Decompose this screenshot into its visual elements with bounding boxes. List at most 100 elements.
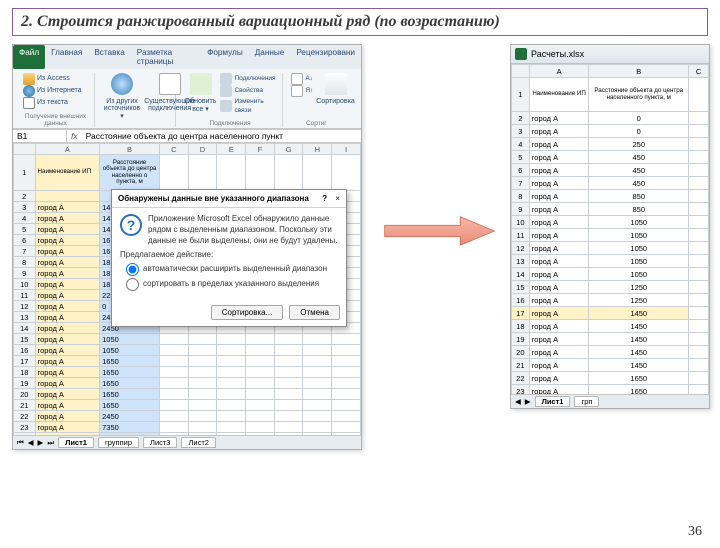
colhdr-c[interactable]: C bbox=[159, 144, 188, 155]
rowhdr[interactable]: 14 bbox=[14, 323, 36, 334]
r-cell-b[interactable]: 0 bbox=[589, 112, 689, 125]
r-cell-a[interactable]: город А bbox=[529, 177, 589, 190]
rowhdr[interactable]: 8 bbox=[14, 257, 36, 268]
r-cell-a[interactable]: город А bbox=[529, 164, 589, 177]
cell-a[interactable]: город А bbox=[35, 268, 100, 279]
cell-a[interactable]: город А bbox=[35, 389, 100, 400]
corner-cell[interactable] bbox=[14, 144, 36, 155]
r-tab-nav-prev[interactable]: ◀ bbox=[515, 397, 521, 406]
colhdr-a[interactable]: A bbox=[35, 144, 100, 155]
tab-nav-prev[interactable]: ◀ bbox=[28, 438, 34, 447]
rowhdr[interactable]: 22 bbox=[14, 411, 36, 422]
rowhdr[interactable]: 20 bbox=[14, 389, 36, 400]
radio-within-input[interactable] bbox=[126, 278, 139, 291]
r-cell-b[interactable]: 1450 bbox=[589, 307, 689, 320]
cell-a[interactable]: город А bbox=[35, 235, 100, 246]
name-box[interactable]: B1 bbox=[13, 130, 67, 142]
rowhdr[interactable]: 19 bbox=[512, 333, 530, 346]
cell-b[interactable]: 1050 bbox=[100, 345, 160, 356]
tab-data[interactable]: Данные bbox=[249, 45, 291, 69]
cell-a[interactable]: город А bbox=[35, 323, 100, 334]
cell-b[interactable]: 1650 bbox=[100, 378, 160, 389]
tab-nav-first[interactable]: ⏮ bbox=[17, 438, 24, 448]
colhdr-i[interactable]: I bbox=[332, 144, 361, 155]
r-tab-nav-next[interactable]: ▶ bbox=[525, 397, 531, 406]
dialog-help-button[interactable]: ? bbox=[322, 194, 327, 203]
btn-from-text[interactable]: Из текста bbox=[23, 97, 88, 109]
r-corner[interactable] bbox=[512, 65, 530, 78]
rowhdr[interactable]: 12 bbox=[512, 242, 530, 255]
r-colhdr-c[interactable]: C bbox=[689, 65, 709, 78]
rowhdr[interactable]: 20 bbox=[512, 346, 530, 359]
r-cell-a[interactable]: город А bbox=[529, 281, 589, 294]
cell-a[interactable]: город А bbox=[35, 433, 100, 436]
rowhdr[interactable]: 16 bbox=[512, 294, 530, 307]
r-a1[interactable]: Наименование ИП bbox=[529, 78, 589, 112]
r-cell-b[interactable]: 1250 bbox=[589, 294, 689, 307]
cell-a[interactable]: город А bbox=[35, 378, 100, 389]
cell-a[interactable]: город А bbox=[35, 213, 100, 224]
r-cell-b[interactable]: 1650 bbox=[589, 372, 689, 385]
btn-from-web[interactable]: Из Интернета bbox=[23, 85, 88, 97]
r-b1[interactable]: Расстояние объекта до центра населенного… bbox=[589, 78, 689, 112]
rowhdr[interactable]: 9 bbox=[512, 203, 530, 216]
cell-a[interactable]: город А bbox=[35, 202, 100, 213]
r-cell-b[interactable]: 450 bbox=[589, 177, 689, 190]
rowhdr[interactable]: 24 bbox=[14, 433, 36, 436]
rowhdr[interactable]: 18 bbox=[14, 367, 36, 378]
rowhdr[interactable]: 18 bbox=[512, 320, 530, 333]
btn-sort[interactable]: Сортировка bbox=[316, 73, 354, 105]
r-cell-a[interactable]: город А bbox=[529, 216, 589, 229]
rowhdr[interactable]: 5 bbox=[14, 224, 36, 235]
r-cell-b[interactable]: 450 bbox=[589, 164, 689, 177]
r-sheet-tab-2[interactable]: грп bbox=[574, 396, 599, 407]
colhdr-b[interactable]: B bbox=[100, 144, 160, 155]
rowhdr[interactable]: 13 bbox=[512, 255, 530, 268]
r-cell-a[interactable]: город А bbox=[529, 151, 589, 164]
formula-input[interactable]: Расстояние объекта до центра населенного… bbox=[82, 130, 361, 142]
sheet-area-left[interactable]: A B C D E F G H I 1Наименование ИПРассто… bbox=[13, 143, 361, 435]
r-cell-b[interactable]: 1050 bbox=[589, 216, 689, 229]
rowhdr[interactable]: 3 bbox=[14, 202, 36, 213]
r-cell-b[interactable]: 1450 bbox=[589, 359, 689, 372]
sheet-tab-3[interactable]: Лист3 bbox=[143, 437, 177, 448]
r-cell-a[interactable]: город А bbox=[529, 320, 589, 333]
rowhdr[interactable]: 14 bbox=[512, 268, 530, 281]
cell-b1[interactable]: Расстояние объекта до центра населенно о… bbox=[100, 155, 160, 191]
rowhdr[interactable]: 8 bbox=[512, 190, 530, 203]
tab-layout[interactable]: Разметка страницы bbox=[131, 45, 201, 69]
cell-a[interactable]: город А bbox=[35, 290, 100, 301]
tab-nav-last[interactable]: ⏭ bbox=[47, 438, 54, 448]
rowhdr[interactable]: 3 bbox=[512, 125, 530, 138]
rowhdr[interactable]: 5 bbox=[512, 151, 530, 164]
sheet-tab-2[interactable]: группир bbox=[98, 437, 139, 448]
r-cell-b[interactable]: 1050 bbox=[589, 242, 689, 255]
colhdr-g[interactable]: G bbox=[274, 144, 303, 155]
rowhdr[interactable]: 17 bbox=[14, 356, 36, 367]
cell-a1[interactable]: Наименование ИП bbox=[35, 155, 100, 191]
r-cell-b[interactable]: 850 bbox=[589, 190, 689, 203]
r-cell-b[interactable]: 1650 bbox=[589, 385, 689, 395]
cell-a[interactable]: город А bbox=[35, 224, 100, 235]
cell-a[interactable]: город А bbox=[35, 246, 100, 257]
colhdr-e[interactable]: E bbox=[217, 144, 246, 155]
colhdr-f[interactable]: F bbox=[246, 144, 275, 155]
sheet-area-right[interactable]: A B C 1Наименование ИПРасстояние объекта… bbox=[511, 64, 709, 394]
r-cell-a[interactable]: город А bbox=[529, 229, 589, 242]
cell-a[interactable]: город А bbox=[35, 400, 100, 411]
tab-home[interactable]: Главная bbox=[45, 45, 88, 69]
cell-b[interactable]: 1650 bbox=[100, 367, 160, 378]
cell-a[interactable]: город А bbox=[35, 422, 100, 433]
r-cell-a[interactable]: город А bbox=[529, 385, 589, 395]
cell-a[interactable]: город А bbox=[35, 301, 100, 312]
cell-b[interactable]: 1650 bbox=[100, 400, 160, 411]
rowhdr[interactable]: 6 bbox=[14, 235, 36, 246]
btn-other-sources[interactable]: Из других источников ▾ bbox=[104, 73, 140, 120]
r-cell-b[interactable]: 1050 bbox=[589, 229, 689, 242]
r-cell-a[interactable]: город А bbox=[529, 190, 589, 203]
r-cell-b[interactable]: 1450 bbox=[589, 333, 689, 346]
r-colhdr-a[interactable]: A bbox=[529, 65, 589, 78]
rowhdr[interactable]: 2 bbox=[512, 112, 530, 125]
rowhdr[interactable]: 15 bbox=[14, 334, 36, 345]
tab-file[interactable]: Файл bbox=[13, 45, 45, 69]
